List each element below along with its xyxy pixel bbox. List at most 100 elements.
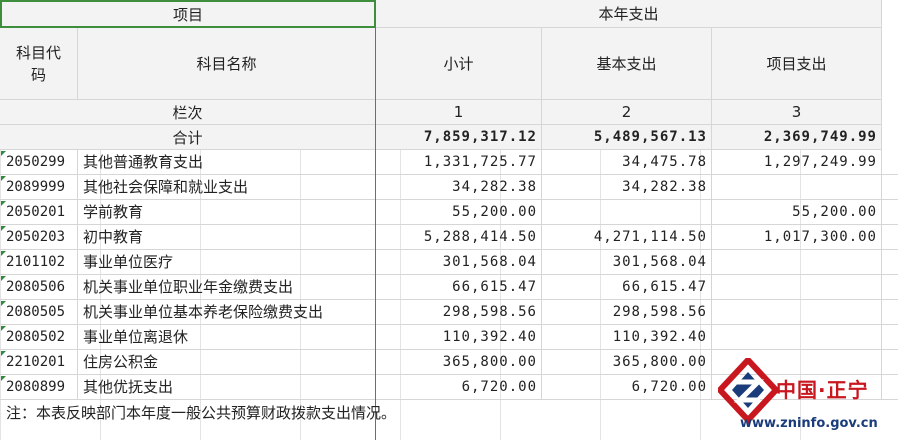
cell-project[interactable] [712, 325, 882, 349]
cell-subtotal[interactable]: 110,392.40 [376, 325, 542, 349]
cell-code[interactable]: 2080502 [0, 325, 78, 349]
cell-code[interactable]: 2210201 [0, 350, 78, 374]
total-subtotal[interactable]: 7,859,317.12 [376, 125, 542, 150]
cell-marker-icon [1, 301, 6, 306]
cell-subtotal[interactable]: 55,200.00 [376, 200, 542, 224]
cell-name[interactable]: 其他优抚支出 [78, 375, 376, 399]
cell-project[interactable]: 1,297,249.99 [712, 150, 882, 174]
cell-basic[interactable]: 34,475.78 [542, 150, 712, 174]
header-basic[interactable]: 基本支出 [542, 28, 712, 100]
header-subtotal-label: 小计 [443, 55, 474, 73]
header-year-spend[interactable]: 本年支出 [376, 0, 882, 28]
cell-basic[interactable]: 298,598.56 [542, 300, 712, 324]
cell-subtotal[interactable]: 365,800.00 [376, 350, 542, 374]
header-subtotal[interactable]: 小计 [376, 28, 542, 100]
logo-title: 中国·正宁 [776, 378, 869, 402]
cell-name[interactable]: 其他普通教育支出 [78, 150, 376, 174]
header-project[interactable]: 项目 [0, 0, 376, 28]
column-number-2[interactable]: 2 [542, 100, 712, 125]
column-number-1-text: 1 [453, 103, 464, 121]
cell-marker-icon [1, 326, 6, 331]
cell-marker-icon [1, 376, 6, 381]
total-label-cell[interactable]: 合计 [0, 125, 376, 150]
cell-basic[interactable]: 66,615.47 [542, 275, 712, 299]
cell-name[interactable]: 事业单位离退休 [78, 325, 376, 349]
cell-project[interactable]: 55,200.00 [712, 200, 882, 224]
cell-code[interactable]: 2089999 [0, 175, 78, 199]
table-note: 注：本表反映部门本年度一般公共预算财政拨款支出情况。 [6, 404, 397, 422]
cell-code[interactable]: 2050201 [0, 200, 78, 224]
cell-basic[interactable]: 365,800.00 [542, 350, 712, 374]
cell-name[interactable]: 事业单位医疗 [78, 250, 376, 274]
cell-subtotal[interactable]: 301,568.04 [376, 250, 542, 274]
cell-marker-icon [1, 351, 6, 356]
cell-code[interactable]: 2101102 [0, 250, 78, 274]
total-label: 合计 [172, 128, 203, 147]
cell-project[interactable] [712, 300, 882, 324]
total-project[interactable]: 2,369,749.99 [712, 125, 882, 150]
cell-project[interactable] [712, 275, 882, 299]
cell-marker-icon [1, 276, 6, 281]
zhengning-logo: 中国·正宁 www.zninfo.gov.cn [718, 352, 896, 440]
table-row: 2080502 事业单位离退休 110,392.40 110,392.40 [0, 325, 898, 350]
cell-code[interactable]: 2050203 [0, 225, 78, 249]
header-project-spend-label: 项目支出 [766, 55, 827, 73]
table-row: 2050201 学前教育 55,200.00 55,200.00 [0, 200, 898, 225]
cell-subtotal[interactable]: 1,331,725.77 [376, 150, 542, 174]
header-project-spend[interactable]: 项目支出 [712, 28, 882, 100]
spreadsheet: 项目 本年支出 科目代码 科目名称 小计 基本支出 项目支出 栏次 1 2 3 … [0, 0, 898, 440]
cell-marker-icon [1, 201, 6, 206]
cell-subtotal[interactable]: 34,282.38 [376, 175, 542, 199]
header-name[interactable]: 科目名称 [78, 28, 376, 100]
selection-guide [375, 0, 376, 440]
cell-subtotal[interactable]: 6,720.00 [376, 375, 542, 399]
column-number-3[interactable]: 3 [712, 100, 882, 125]
logo-url[interactable]: www.zninfo.gov.cn [740, 416, 878, 431]
cell-code[interactable]: 2080899 [0, 375, 78, 399]
cell-subtotal[interactable]: 66,615.47 [376, 275, 542, 299]
column-number-1[interactable]: 1 [376, 100, 542, 125]
table-row: 2101102 事业单位医疗 301,568.04 301,568.04 [0, 250, 898, 275]
total-project-value: 2,369,749.99 [763, 129, 877, 145]
cell-code[interactable]: 2080506 [0, 275, 78, 299]
cell-name[interactable]: 机关事业单位基本养老保险缴费支出 [78, 300, 376, 324]
cell-marker-icon [1, 176, 6, 181]
cell-name[interactable]: 住房公积金 [78, 350, 376, 374]
table-row: 2080505 机关事业单位基本养老保险缴费支出 298,598.56 298,598… [0, 300, 898, 325]
cell-basic[interactable]: 34,282.38 [542, 175, 712, 199]
table-row: 2050203 初中教育 5,288,414.50 4,271,114.50 1,017… [0, 225, 898, 250]
column-number-label: 栏次 [172, 103, 203, 122]
total-basic[interactable]: 5,489,567.13 [542, 125, 712, 150]
cell-basic[interactable]: 110,392.40 [542, 325, 712, 349]
table-row: 2089999 其他社会保障和就业支出 34,282.38 34,282.38 [0, 175, 898, 200]
cell-basic[interactable]: 301,568.04 [542, 250, 712, 274]
cell-marker-icon [1, 251, 6, 256]
header-project-label: 项目 [172, 5, 203, 24]
header-basic-label: 基本支出 [596, 55, 657, 73]
cell-name[interactable]: 机关事业单位职业年金缴费支出 [78, 275, 376, 299]
column-number-label-cell[interactable]: 栏次 [0, 100, 376, 125]
cell-name[interactable]: 其他社会保障和就业支出 [78, 175, 376, 199]
cell-basic[interactable]: 4,271,114.50 [542, 225, 712, 249]
cell-code[interactable]: 2050299 [0, 150, 78, 174]
total-basic-value: 5,489,567.13 [593, 129, 707, 145]
header-year-spend-label: 本年支出 [598, 5, 659, 23]
column-number-3-text: 3 [791, 103, 802, 121]
cell-marker-icon [1, 151, 6, 156]
cell-project[interactable] [712, 175, 882, 199]
cell-basic[interactable] [542, 200, 712, 224]
header-code-label: 科目代码 [15, 43, 61, 84]
cell-name[interactable]: 学前教育 [78, 200, 376, 224]
table-row: 2050299 其他普通教育支出 1,331,725.77 34,475.78 1,29… [0, 150, 898, 175]
cell-code[interactable]: 2080505 [0, 300, 78, 324]
cell-marker-icon [1, 226, 6, 231]
total-subtotal-value: 7,859,317.12 [423, 129, 537, 145]
header-code[interactable]: 科目代码 [0, 28, 78, 100]
cell-project[interactable] [712, 250, 882, 274]
cell-basic[interactable]: 6,720.00 [542, 375, 712, 399]
table-row: 2080506 机关事业单位职业年金缴费支出 66,615.47 66,615.47 [0, 275, 898, 300]
cell-name[interactable]: 初中教育 [78, 225, 376, 249]
cell-subtotal[interactable]: 298,598.56 [376, 300, 542, 324]
cell-subtotal[interactable]: 5,288,414.50 [376, 225, 542, 249]
cell-project[interactable]: 1,017,300.00 [712, 225, 882, 249]
